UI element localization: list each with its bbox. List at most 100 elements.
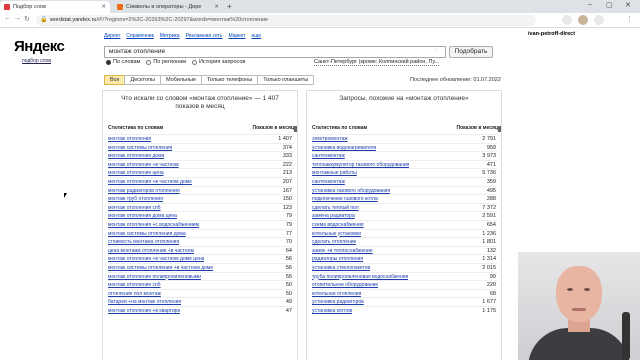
keyword-link[interactable]: монтажные работы xyxy=(312,170,357,176)
extensions-icon[interactable] xyxy=(562,15,572,25)
keyword-link[interactable]: сантехмонтаж xyxy=(312,179,345,185)
nav-guide[interactable]: Справочник xyxy=(126,33,154,39)
username[interactable]: ivan-petroff-direct xyxy=(528,31,575,37)
nav-market[interactable]: Маркет xyxy=(229,33,246,39)
mode-by-regions[interactable]: По регионам xyxy=(146,59,186,65)
col-count[interactable]: Показов в месяц xyxy=(456,125,498,131)
keyword-link[interactable]: монтаж отопления спб xyxy=(108,282,161,288)
close-window-icon[interactable]: ✕ xyxy=(625,1,631,9)
nav-metrika[interactable]: Метрика xyxy=(160,33,180,39)
keyword-link[interactable]: монтаж отопления спб xyxy=(108,205,161,211)
back-icon[interactable]: ← xyxy=(4,15,11,22)
close-tab-icon[interactable]: ✕ xyxy=(101,4,106,10)
col-keyword: Статистика по словам xyxy=(312,125,368,131)
keyword-link[interactable]: сделать теплый пол xyxy=(312,205,359,211)
keyword-link[interactable]: схема водоснабжения xyxy=(312,222,364,228)
webcam-overlay xyxy=(518,252,640,360)
keyword-link[interactable]: монтаж отопления +с водоснабжением xyxy=(108,222,199,228)
keyword-link[interactable]: отопительное оборудование xyxy=(312,282,378,288)
bookmark-icon[interactable] xyxy=(594,15,604,25)
minimize-icon[interactable]: – xyxy=(588,1,592,8)
nav-ad-network[interactable]: Рекламная сеть xyxy=(186,33,223,39)
panel-title: Запросы, похожие на «монтаж отопление» xyxy=(339,95,469,102)
keyword-table: монтаж отопления 1 407 монтаж системы отоп… xyxy=(108,134,294,314)
table-header: Статистика по словам Показов в месяц xyxy=(108,125,297,133)
table-row: монтаж отопления +с водоснабжением 79 xyxy=(108,219,294,229)
keyword-link[interactable]: замена радиатора xyxy=(312,213,355,219)
tab-mobile[interactable]: Мобильные xyxy=(159,75,202,85)
right-panel: Запросы, похожие на «монтаж отопление» С… xyxy=(306,90,502,360)
menu-icon[interactable]: ⋮ xyxy=(626,15,633,23)
keyword-link[interactable]: монтаж отопления +в частном xyxy=(108,162,179,168)
keyword-link[interactable]: установка водонагревателя xyxy=(312,145,376,151)
keyword-link[interactable]: теплоаккумулятор газового оборудования xyxy=(312,162,409,168)
keyword-link[interactable]: монтаж отопления полипропиленовыми xyxy=(108,274,201,280)
keyword-link[interactable]: котельная отопления xyxy=(312,291,361,297)
keyword-link[interactable]: установка стеклопакетов xyxy=(312,265,370,271)
keyword-link[interactable]: батареи +на монтаж отопления xyxy=(108,299,181,305)
clear-search-icon[interactable]: ◌ xyxy=(435,48,439,54)
keyword-link[interactable]: монтаж труб отопления xyxy=(108,196,163,202)
table-row: замена радиатора 2 591 xyxy=(312,211,498,220)
logo-subtitle[interactable]: подбор слов xyxy=(22,58,51,64)
table-row: монтаж отопления полипропиленовыми 55 xyxy=(108,271,294,281)
address-bar[interactable]: 🔒 wordstat.yandex.ru/#!/?regions=2%2C-20… xyxy=(36,15,536,26)
impressions-count: 150 xyxy=(282,196,292,203)
keyword-link[interactable]: отопление пол монтаж xyxy=(108,291,161,297)
keyword-link[interactable]: монтаж системы отопления xyxy=(108,145,172,151)
tab-tablets[interactable]: Только планшеты xyxy=(257,75,315,85)
keyword-link[interactable]: монтаж отопления цена xyxy=(108,170,164,176)
impressions-count: 123 xyxy=(282,204,292,211)
keyword-link[interactable]: подключение газового котла xyxy=(312,196,378,202)
new-tab-icon[interactable]: + xyxy=(227,2,232,11)
close-tab-icon[interactable]: ✕ xyxy=(214,4,219,10)
keyword-link[interactable]: труба полипропиленовая водоснабжения xyxy=(312,274,408,280)
keyword-link[interactable]: монтаж отопления +в частном доме цена xyxy=(108,256,204,262)
maximize-icon[interactable]: ▢ xyxy=(606,1,613,9)
keyword-link[interactable]: радиаторы отопления xyxy=(312,256,363,262)
keyword-link[interactable]: сделать отопление xyxy=(312,239,356,245)
keyword-link[interactable]: установка радиаторов xyxy=(312,299,364,305)
keyword-link[interactable]: электромонтаж xyxy=(312,136,348,142)
table-row: сделать отопление 1 801 xyxy=(312,237,498,246)
col-count[interactable]: Показов в месяц xyxy=(252,125,294,131)
keyword-link[interactable]: котельные установки xyxy=(312,231,361,237)
keyword-link[interactable]: монтаж системы отопления дома xyxy=(108,231,186,237)
mode-by-words[interactable]: По словам xyxy=(106,59,140,65)
table-row: котельные установки 1 236 xyxy=(312,228,498,238)
url-host: wordstat.yandex.ru xyxy=(50,17,97,23)
browser-tab[interactable]: Символы и операторы - Дире ✕ xyxy=(113,1,223,13)
reload-icon[interactable]: ↻ xyxy=(24,15,30,23)
search-input[interactable]: монтаж отопление xyxy=(104,46,446,58)
impressions-count: 70 xyxy=(285,239,292,246)
keyword-link[interactable]: стоимость монтажа отопления xyxy=(108,239,179,245)
keyword-link[interactable]: замок +в теплоснабжение xyxy=(312,248,373,254)
search-mode-group: По словам По регионам История запросов xyxy=(106,59,245,65)
table-row: монтаж труб отопления 150 xyxy=(108,194,294,203)
mode-history[interactable]: История запросов xyxy=(192,59,245,65)
tab-all[interactable]: Все xyxy=(104,75,126,85)
keyword-link[interactable]: монтаж отопления +в квартире xyxy=(108,308,180,314)
keyword-link[interactable]: установка котлов xyxy=(312,308,352,314)
keyword-link[interactable]: монтаж отопления xyxy=(108,136,151,142)
search-button[interactable]: Подобрать xyxy=(449,46,493,58)
keyword-link[interactable]: установка газового оборудования xyxy=(312,188,390,194)
keyword-link[interactable]: монтаж системы отопления +в частном доме xyxy=(108,265,213,271)
keyword-link[interactable]: монтаж отопления дома цена xyxy=(108,213,177,219)
nav-direct[interactable]: Директ xyxy=(104,33,120,39)
sort-icon[interactable] xyxy=(294,126,297,132)
profile-avatar[interactable] xyxy=(578,15,588,25)
keyword-link[interactable]: монтаж отопления +в частном доме xyxy=(108,179,192,185)
browser-tab-active[interactable]: Подбор слов ✕ xyxy=(0,1,110,13)
forward-icon[interactable]: → xyxy=(14,15,21,22)
sort-icon[interactable] xyxy=(498,126,501,132)
keyword-link[interactable]: цена монтажа отопления +в частном xyxy=(108,248,194,254)
keyword-link[interactable]: сантехмонтаж xyxy=(312,153,345,159)
yandex-logo[interactable]: Яндекс xyxy=(14,38,65,55)
tab-desktops[interactable]: Десктопы xyxy=(124,75,161,85)
keyword-link[interactable]: монтаж отопления дома xyxy=(108,153,164,159)
tab-phones[interactable]: Только телефоны xyxy=(201,75,259,85)
nav-more[interactable]: еще xyxy=(251,33,261,39)
region-selector[interactable]: Санкт-Петербург (кроме: Колпинский район… xyxy=(314,59,440,66)
keyword-link[interactable]: монтаж радиаторов отопления xyxy=(108,188,180,194)
